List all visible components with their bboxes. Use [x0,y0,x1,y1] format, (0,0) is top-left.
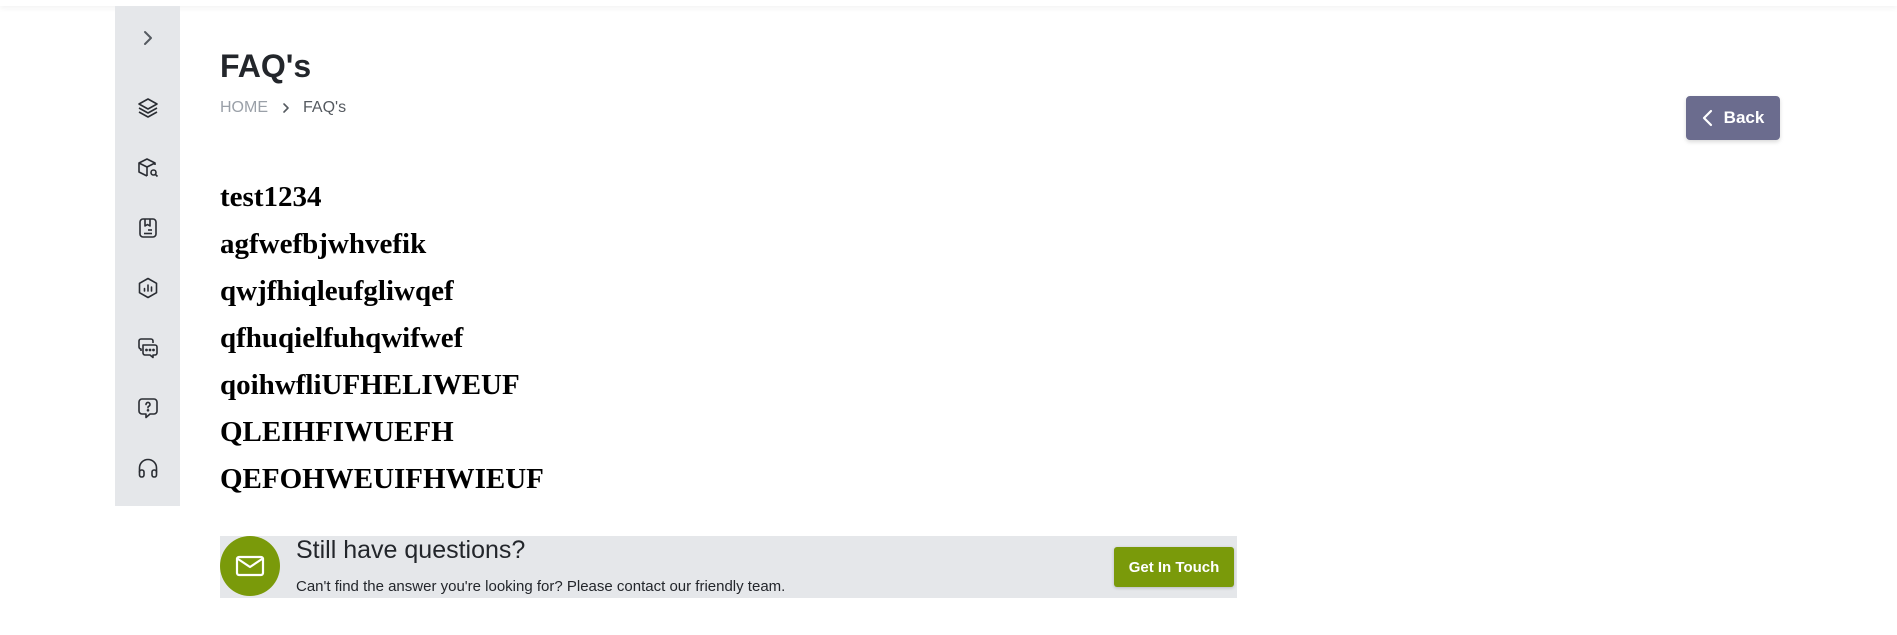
box-search-icon [137,158,158,178]
faq-item[interactable]: qfhuqielfuhqwifwef [220,319,544,366]
sidebar-item-products[interactable] [115,146,180,190]
faq-item[interactable]: QLEIHFIWUEFH [220,413,544,460]
faq-item[interactable]: test1234 [220,178,544,225]
breadcrumb-current: FAQ's [303,99,347,116]
sidebar-item-faq[interactable] [115,386,180,430]
sidebar-expand-button[interactable] [115,16,180,60]
sidebar [115,6,180,506]
sidebar-item-layers[interactable] [115,86,180,130]
get-in-touch-button[interactable]: Get In Touch [1114,547,1234,587]
chat-bubbles-icon [137,338,158,359]
contact-subtitle: Can't find the answer you're looking for… [296,578,786,595]
mail-icon [235,555,265,577]
page-title: FAQ's [220,48,312,84]
breadcrumb-home-link[interactable]: HOME [220,99,268,117]
back-button[interactable]: Back [1686,96,1780,140]
layers-icon [137,98,158,118]
chevron-left-icon [1702,109,1712,127]
sidebar-item-documents[interactable] [115,206,180,250]
contact-title: Still have questions? [296,536,526,564]
question-bubble-icon [137,398,158,419]
back-button-label: Back [1723,108,1765,127]
faq-item[interactable]: QEFOHWEUIFHWIEUF [220,460,544,507]
chevron-right-icon [143,31,152,45]
faq-item[interactable]: qoihwfliUFHELIWEUF [220,366,544,413]
chevron-right-icon [281,102,291,114]
hexagon-chart-icon [138,277,157,299]
mail-badge [220,536,280,596]
breadcrumb: HOME FAQ's [220,99,346,117]
headphones-icon [138,458,157,478]
sidebar-item-messages[interactable] [115,326,180,370]
top-bar [0,0,1897,6]
document-list-icon [138,218,157,238]
faq-item[interactable]: agfwefbjwhvefik [220,225,544,272]
sidebar-item-analytics[interactable] [115,266,180,310]
faq-item[interactable]: qwjfhiqleufgliwqef [220,272,544,319]
contact-banner: Still have questions? Can't find the ans… [220,536,1237,598]
faq-list: test1234 agfwefbjwhvefik qwjfhiqleufgliw… [220,178,544,507]
sidebar-item-support[interactable] [115,446,180,490]
